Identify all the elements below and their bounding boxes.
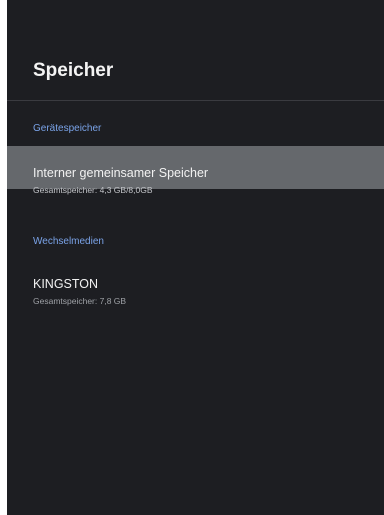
storage-settings-screen: Speicher Gerätespeicher Interner gemeins… bbox=[7, 0, 384, 515]
section-header-device-storage: Gerätespeicher bbox=[33, 123, 102, 134]
storage-item-internal-shared[interactable]: Interner gemeinsamer Speicher Gesamtspei… bbox=[7, 146, 384, 195]
section-header-removable-media: Wechselmedien bbox=[33, 236, 104, 247]
page-title: Speicher bbox=[33, 60, 114, 81]
storage-item-label: Interner gemeinsamer Speicher bbox=[33, 166, 209, 180]
storage-item-label: KINGSTON bbox=[33, 277, 99, 291]
title-divider bbox=[7, 100, 384, 101]
storage-item-detail: Gesamtspeicher: 7,8 GB bbox=[33, 296, 127, 306]
storage-item-detail: Gesamtspeicher: 4,3 GB/8,0GB bbox=[33, 185, 153, 195]
storage-item-kingston[interactable]: KINGSTON Gesamtspeicher: 7,8 GB bbox=[7, 270, 384, 318]
